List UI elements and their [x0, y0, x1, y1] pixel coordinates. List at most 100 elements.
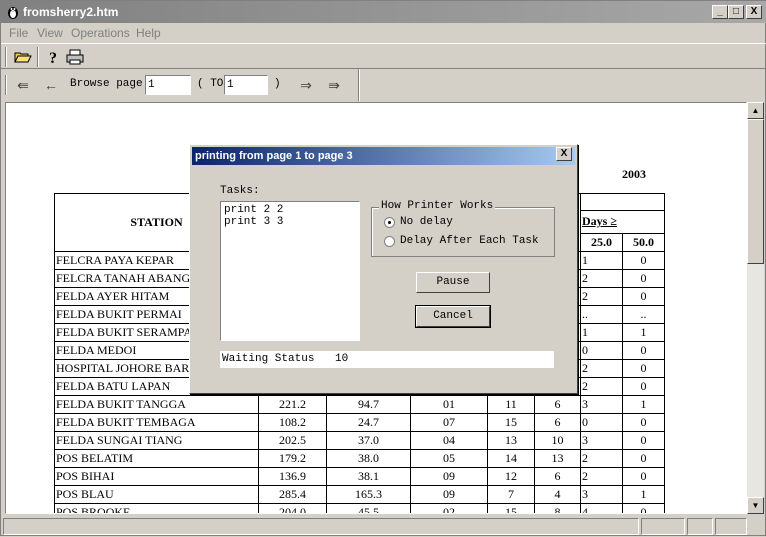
value-cell: 6 [534, 395, 581, 414]
value-cell: 0 [622, 359, 665, 378]
waiting-status-value: 10 [335, 353, 349, 365]
value-cell: 1 [580, 323, 623, 342]
value-cell: 2 [580, 377, 623, 396]
value-cell: 13 [487, 431, 535, 450]
printer-mode-label: How Printer Works [379, 200, 496, 212]
value-cell: 15 [487, 413, 535, 432]
pause-button[interactable]: Pause [416, 272, 490, 293]
station-name-cell: FELDA BUKIT TANGGA [54, 395, 259, 414]
no-delay-label[interactable]: No delay [400, 216, 453, 228]
value-cell: .. [580, 305, 623, 324]
next-page-icon[interactable]: ⇒ [296, 76, 316, 94]
toolbar: ? [1, 43, 766, 69]
value-cell: 3 [580, 485, 623, 504]
window-title: fromsherry2.htm [23, 5, 119, 19]
close-button[interactable]: X [746, 5, 762, 19]
minimize-button[interactable]: _ [712, 5, 728, 19]
value-cell: 3 [580, 431, 623, 450]
status-pane [687, 518, 713, 535]
value-cell: 2 [580, 287, 623, 306]
menu-view[interactable]: View [37, 26, 63, 40]
to-close-paren: ) [274, 78, 281, 90]
value-cell: 38.1 [326, 467, 411, 486]
value-cell: 6 [534, 413, 581, 432]
previous-page-icon[interactable]: ← [41, 76, 61, 94]
last-page-icon[interactable]: ⇛ [324, 76, 344, 94]
value-cell: 0 [622, 503, 665, 513]
toolbar-separator [358, 69, 360, 101]
value-cell: 285.4 [258, 485, 327, 504]
value-cell: 13 [534, 449, 581, 468]
value-cell: 2 [580, 269, 623, 288]
value-cell: 7 [487, 485, 535, 504]
scroll-down-icon[interactable]: ▼ [747, 497, 764, 514]
value-cell: 0 [622, 449, 665, 468]
value-cell: 0 [622, 431, 665, 450]
table-row: POS BELATIM 179.2 38.0 05 14 13 2 0 [54, 449, 665, 468]
table-row: FELDA SUNGAI TIANG 202.5 37.0 04 13 10 3 0 [54, 431, 665, 450]
tasks-label: Tasks: [220, 185, 260, 197]
printer-mode-group [371, 207, 555, 257]
title-bar: fromsherry2.htm _ □ X [1, 1, 766, 23]
value-cell: 0 [622, 287, 665, 306]
station-name-cell: FELDA BUKIT TEMBAGA [54, 413, 259, 432]
main-window: fromsherry2.htm _ □ X File View Operatio… [0, 0, 766, 536]
delay-after-task-label[interactable]: Delay After Each Task [400, 235, 539, 247]
value-cell: 94.7 [326, 395, 411, 414]
value-cell: 11 [487, 395, 535, 414]
to-label: ( TO [197, 78, 224, 90]
table-row: FELDA BUKIT TANGGA 221.2 94.7 01 11 6 3 1 [54, 395, 665, 414]
value-cell: 10 [534, 431, 581, 450]
dialog-close-button[interactable]: X [556, 147, 572, 161]
task-item: print 2 2 [224, 204, 284, 216]
value-cell: 09 [410, 485, 488, 504]
status-pane [715, 518, 747, 535]
value-cell: 1 [580, 251, 623, 270]
value-cell: 45.5 [326, 503, 411, 513]
value-cell: 07 [410, 413, 488, 432]
table-row: POS BIHAI 136.9 38.1 09 12 6 2 0 [54, 467, 665, 486]
from-page-input[interactable] [145, 75, 191, 95]
vertical-scrollbar[interactable]: ▲ ▼ [747, 102, 764, 514]
value-cell: 204.0 [258, 503, 327, 513]
value-cell: 1 [622, 485, 665, 504]
value-cell: 0 [622, 467, 665, 486]
menu-help[interactable]: Help [136, 26, 161, 40]
help-icon[interactable]: ? [43, 47, 63, 67]
printer-icon[interactable] [65, 47, 85, 67]
scroll-thumb[interactable] [747, 119, 764, 264]
threshold-50: 50.0 [622, 232, 665, 253]
waiting-status-bar: Waiting Status 10 [220, 351, 554, 368]
scroll-up-icon[interactable]: ▲ [747, 102, 764, 119]
value-cell: 38.0 [326, 449, 411, 468]
value-cell: 24.7 [326, 413, 411, 432]
menu-operations[interactable]: Operations [71, 26, 130, 40]
value-cell: 1 [622, 395, 665, 414]
task-item: print 3 3 [224, 216, 284, 228]
status-pane [641, 518, 685, 535]
tasks-list[interactable]: print 2 2 print 3 3 [220, 201, 360, 341]
station-name-cell: POS BLAU [54, 485, 259, 504]
table-row: POS BROOKE 204.0 45.5 02 15 8 4 0 [54, 503, 665, 513]
station-name-cell: POS BELATIM [54, 449, 259, 468]
no-delay-radio[interactable] [384, 217, 395, 228]
value-cell: 202.5 [258, 431, 327, 450]
value-cell: 6 [534, 467, 581, 486]
first-page-icon[interactable]: ⇚ [13, 76, 33, 94]
delay-after-task-radio[interactable] [384, 236, 395, 247]
svg-text:?: ? [49, 50, 57, 67]
value-cell: 01 [410, 395, 488, 414]
value-cell: 165.3 [326, 485, 411, 504]
value-cell: 4 [580, 503, 623, 513]
value-cell: 0 [622, 377, 665, 396]
cancel-button[interactable]: Cancel [415, 305, 491, 328]
value-cell: 14 [487, 449, 535, 468]
open-folder-icon[interactable] [13, 47, 33, 67]
value-cell: 0 [580, 413, 623, 432]
to-page-input[interactable] [224, 75, 268, 95]
maximize-button[interactable]: □ [728, 5, 744, 19]
value-cell: 02 [410, 503, 488, 513]
station-name-cell: POS BROOKE [54, 503, 259, 513]
menu-file[interactable]: File [9, 26, 28, 40]
value-cell: 2 [580, 359, 623, 378]
